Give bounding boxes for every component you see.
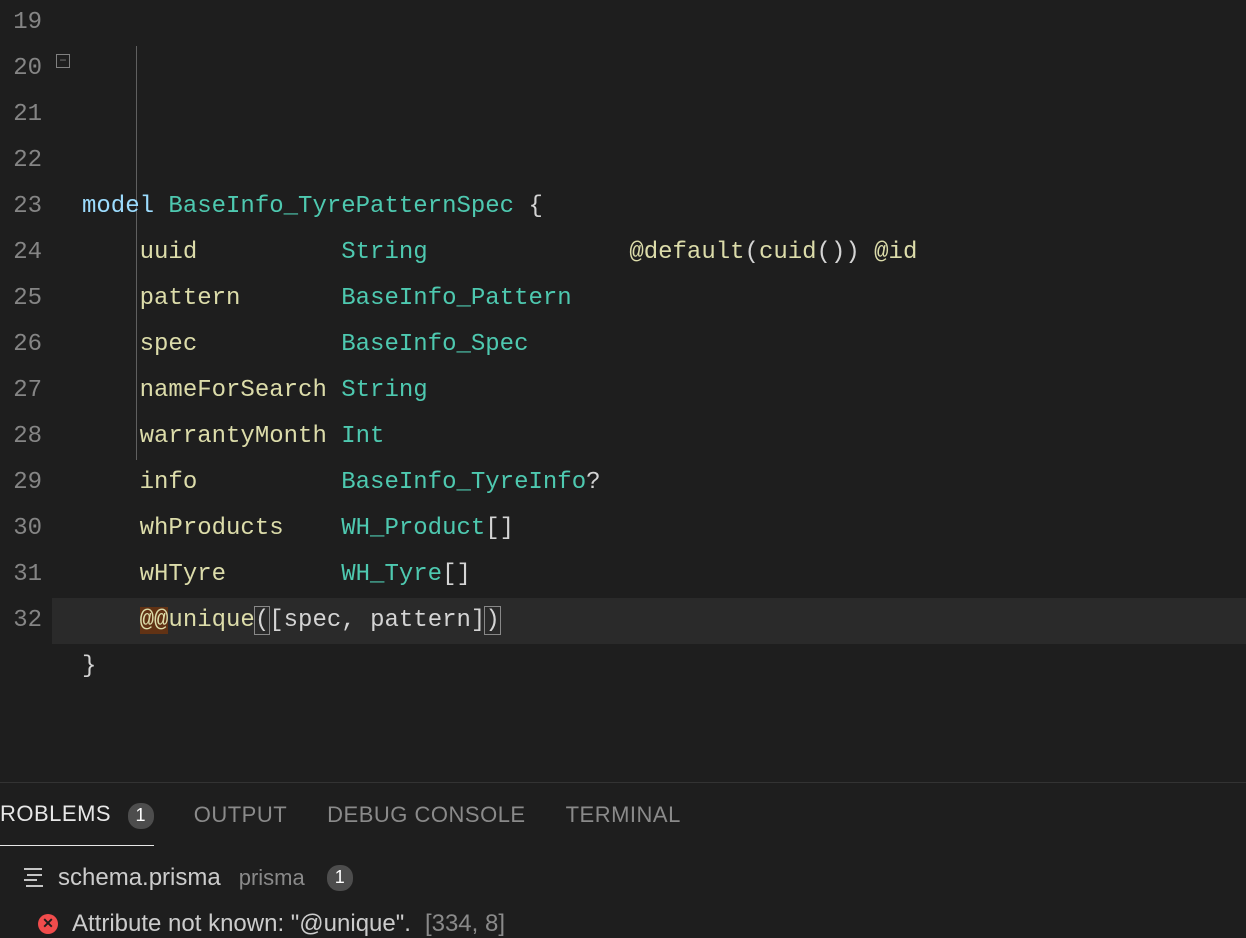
code-line[interactable]	[52, 138, 1246, 184]
code-line[interactable]: uuid String @default(cuid()) @id	[52, 230, 1246, 276]
code-line[interactable]: wHTyre WH_Tyre[]	[52, 552, 1246, 598]
line-number: 25	[0, 276, 42, 322]
line-number: 20	[0, 46, 42, 92]
line-number: 21	[0, 92, 42, 138]
line-number: 28	[0, 414, 42, 460]
tab-problems[interactable]: ROBLEMS 1	[0, 801, 154, 846]
code-line[interactable]	[52, 736, 1246, 782]
tab-output[interactable]: OUTPUT	[194, 802, 287, 828]
problems-file-count-badge: 1	[327, 865, 353, 891]
line-number: 26	[0, 322, 42, 368]
line-number: 30	[0, 506, 42, 552]
panel-tabs: ROBLEMS 1 OUTPUT DEBUG CONSOLE TERMINAL	[0, 795, 1246, 844]
code-line[interactable]: info BaseInfo_TyreInfo?	[52, 460, 1246, 506]
code-line[interactable]	[52, 690, 1246, 736]
code-line[interactable]: @@unique([spec, pattern])	[52, 598, 1246, 644]
line-number: 31	[0, 552, 42, 598]
problem-location: [334, 8]	[425, 910, 505, 938]
problems-list: schema.prisma prisma 1 ✕ Attribute not k…	[0, 844, 1246, 938]
line-number: 29	[0, 460, 42, 506]
code-line[interactable]: }	[52, 644, 1246, 690]
problems-file-type: prisma	[239, 865, 305, 891]
problem-message: Attribute not known: "@unique".	[72, 910, 411, 938]
code-line[interactable]: pattern BaseInfo_Pattern	[52, 276, 1246, 322]
code-line[interactable]: warrantyMonth Int	[52, 414, 1246, 460]
code-line[interactable]: whProducts WH_Product[]	[52, 506, 1246, 552]
tab-problems-label: ROBLEMS	[0, 801, 111, 826]
code-area[interactable]: model BaseInfo_TyrePatternSpec { uuid St…	[52, 0, 1246, 782]
code-editor[interactable]: 1920212223242526272829303132 model BaseI…	[0, 0, 1246, 782]
fold-toggle-icon[interactable]: −	[56, 54, 70, 68]
problems-file-row[interactable]: schema.prisma prisma 1	[24, 864, 1246, 892]
problems-file-name: schema.prisma	[58, 864, 221, 892]
line-number: 27	[0, 368, 42, 414]
problem-item[interactable]: ✕ Attribute not known: "@unique". [334, …	[24, 910, 1246, 938]
file-icon	[24, 867, 46, 889]
line-number-gutter: 1920212223242526272829303132	[0, 0, 52, 782]
code-line[interactable]: spec BaseInfo_Spec	[52, 322, 1246, 368]
line-number: 23	[0, 184, 42, 230]
code-line[interactable]: nameForSearch String	[52, 368, 1246, 414]
error-icon: ✕	[38, 914, 58, 934]
code-line[interactable]: model BaseInfo_TyrePatternSpec {	[52, 184, 1246, 230]
line-number: 24	[0, 230, 42, 276]
tab-debug-console[interactable]: DEBUG CONSOLE	[327, 802, 525, 828]
line-number: 19	[0, 0, 42, 46]
tab-terminal[interactable]: TERMINAL	[566, 802, 681, 828]
problems-count-badge: 1	[128, 803, 154, 829]
bottom-panel: ROBLEMS 1 OUTPUT DEBUG CONSOLE TERMINAL …	[0, 782, 1246, 938]
line-number: 22	[0, 138, 42, 184]
line-number: 32	[0, 598, 42, 644]
